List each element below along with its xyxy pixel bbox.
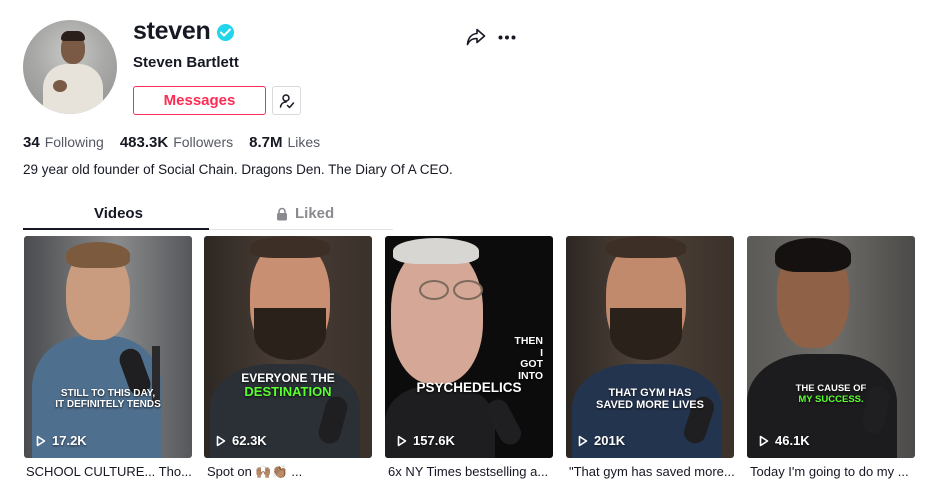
tab-liked[interactable]: Liked bbox=[276, 205, 334, 222]
profile-avatar bbox=[23, 20, 117, 114]
play-outline-icon bbox=[578, 435, 588, 446]
likes-label: Likes bbox=[287, 134, 321, 150]
more-horizontal-icon[interactable] bbox=[498, 35, 516, 40]
share-arrow-icon[interactable] bbox=[466, 28, 486, 46]
video-caption-line: EVERYONE THE bbox=[241, 371, 335, 385]
video-caption-line: THAT GYM HAS bbox=[608, 387, 692, 399]
video-caption-highlight: MY SUCCESS. bbox=[798, 393, 864, 405]
person-check-icon bbox=[279, 94, 295, 109]
video-caption-highlight: DESTINATION bbox=[244, 384, 332, 400]
video-caption-highlight: PSYCHEDELICS bbox=[416, 380, 522, 395]
following-label: Following bbox=[44, 134, 104, 150]
followers-count: 483.3K bbox=[119, 134, 169, 151]
followers-stat[interactable]: 483.3K Followers bbox=[120, 134, 233, 151]
video-caption-line: STILL TO THIS DAY, bbox=[60, 388, 156, 399]
play-outline-icon bbox=[759, 435, 769, 446]
profile-username: steven bbox=[133, 17, 211, 45]
video-caption-line: SAVED MORE LIVES bbox=[596, 399, 704, 412]
following-status-button[interactable] bbox=[272, 86, 301, 115]
video-title[interactable]: Spot on 🙌🏽👏🏽 ... bbox=[207, 464, 375, 480]
following-stat[interactable]: 34 Following bbox=[23, 134, 104, 151]
profile-bio: 29 year old founder of Social Chain. Dra… bbox=[23, 162, 453, 177]
video-play-count: 46.1K bbox=[759, 433, 810, 448]
video-title[interactable]: "That gym has saved more... bbox=[569, 464, 737, 479]
verified-badge-icon bbox=[217, 24, 234, 41]
video-caption-line: IT DEFINITELY TENDS bbox=[55, 399, 161, 411]
play-outline-icon bbox=[36, 435, 46, 446]
video-play-count: 17.2K bbox=[36, 433, 87, 448]
video-title[interactable]: 6x NY Times bestselling a... bbox=[388, 464, 556, 479]
video-play-count: 157.6K bbox=[397, 433, 455, 448]
profile-tabs: Videos Liked bbox=[23, 200, 393, 230]
likes-stat: 8.7M Likes bbox=[249, 134, 320, 151]
play-outline-icon bbox=[397, 435, 407, 446]
likes-count: 8.7M bbox=[249, 134, 283, 151]
video-card[interactable]: EVERYONE THE DESTINATION 62.3K bbox=[204, 236, 372, 458]
following-count: 34 bbox=[23, 134, 40, 151]
video-play-count: 201K bbox=[578, 433, 625, 448]
video-title[interactable]: SCHOOL CULTURE... Tho... bbox=[26, 464, 194, 479]
tab-videos[interactable]: Videos bbox=[94, 205, 143, 222]
lock-icon bbox=[277, 207, 287, 220]
video-card[interactable]: THEN I GOT INTO PSYCHEDELICS 157.6K bbox=[385, 236, 553, 458]
video-play-count: 62.3K bbox=[216, 433, 267, 448]
active-tab-indicator bbox=[23, 228, 209, 230]
video-card[interactable]: THE CAUSE OF MY SUCCESS. 46.1K bbox=[747, 236, 915, 458]
profile-stats: 34 Following 483.3K Followers 8.7M Likes bbox=[23, 134, 336, 151]
play-outline-icon bbox=[216, 435, 226, 446]
tab-liked-label: Liked bbox=[295, 205, 335, 222]
video-card[interactable]: STILL TO THIS DAY, IT DEFINITELY TENDS 1… bbox=[24, 236, 192, 458]
video-caption-line: THEN bbox=[514, 335, 543, 347]
video-caption-line: GOT bbox=[520, 358, 543, 371]
video-title[interactable]: Today I'm going to do my ... bbox=[750, 464, 918, 479]
profile-nickname: Steven Bartlett bbox=[133, 54, 239, 71]
messages-button[interactable]: Messages bbox=[133, 86, 266, 115]
video-card[interactable]: THAT GYM HAS SAVED MORE LIVES 201K bbox=[566, 236, 734, 458]
followers-label: Followers bbox=[173, 134, 234, 150]
